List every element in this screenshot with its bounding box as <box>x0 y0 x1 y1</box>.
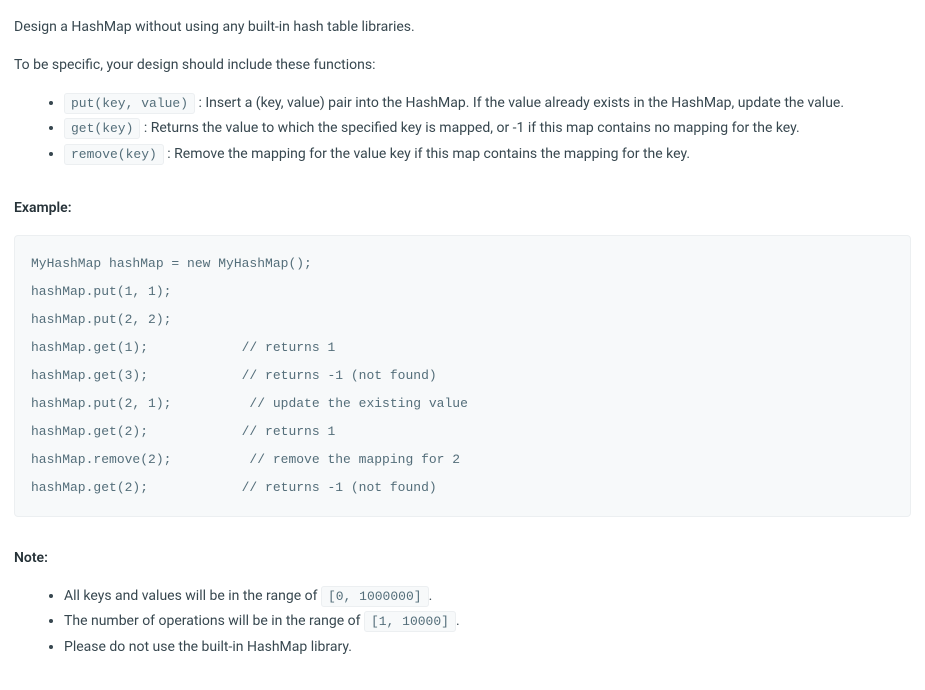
note-prefix: The number of operations will be in the … <box>64 613 364 629</box>
intro-line-1: Design a HashMap without using any built… <box>14 16 911 40</box>
functions-list: put(key, value) : Insert a (key, value) … <box>14 92 911 167</box>
note-prefix: All keys and values will be in the range… <box>64 588 321 604</box>
note-prefix: Please do not use the built-in HashMap l… <box>64 639 352 655</box>
example-heading: Example: <box>14 197 911 221</box>
note-heading: Note: <box>14 547 911 571</box>
function-code: put(key, value) <box>64 93 195 114</box>
list-item: The number of operations will be in the … <box>64 610 911 634</box>
intro-line-2: To be specific, your design should inclu… <box>14 54 911 78</box>
function-desc: : Returns the value to which the specifi… <box>140 120 799 136</box>
list-item: put(key, value) : Insert a (key, value) … <box>64 92 911 116</box>
note-code: [1, 10000] <box>364 611 456 632</box>
list-item: get(key) : Returns the value to which th… <box>64 117 911 141</box>
note-list: All keys and values will be in the range… <box>14 585 911 660</box>
note-suffix: . <box>429 588 433 604</box>
example-code-block: MyHashMap hashMap = new MyHashMap(); has… <box>14 235 911 517</box>
function-desc: : Insert a (key, value) pair into the Ha… <box>195 95 844 111</box>
list-item: All keys and values will be in the range… <box>64 585 911 609</box>
note-suffix: . <box>456 613 460 629</box>
example-code: MyHashMap hashMap = new MyHashMap(); has… <box>31 256 468 495</box>
function-code: remove(key) <box>64 144 164 165</box>
list-item: Please do not use the built-in HashMap l… <box>64 636 911 660</box>
list-item: remove(key) : Remove the mapping for the… <box>64 143 911 167</box>
function-desc: : Remove the mapping for the value key i… <box>164 146 690 162</box>
function-code: get(key) <box>64 118 140 139</box>
note-code: [0, 1000000] <box>321 586 429 607</box>
